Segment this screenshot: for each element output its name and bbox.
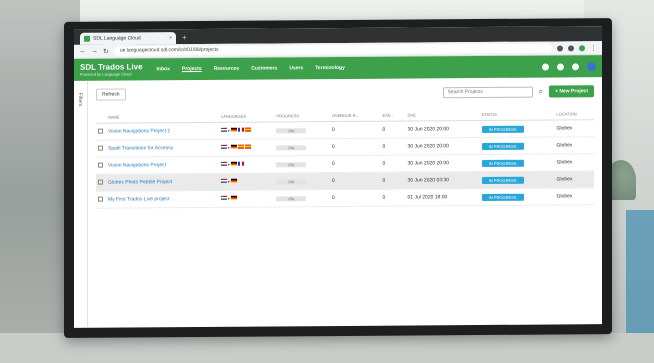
col-languages[interactable]: LANGUAGES [218, 110, 275, 123]
table-row[interactable]: My First Trados Live project ▸ 0% 0 0 01… [96, 187, 594, 209]
overdue-count: 0 [329, 189, 381, 207]
progress-bar: 0% [276, 161, 307, 167]
due-date: 30 Jun 2020 20:00 [405, 137, 480, 156]
col-status[interactable]: STATUS [479, 108, 555, 121]
exe-count: 0 [380, 172, 406, 190]
col-overdue[interactable]: OVERDUE R... [329, 109, 381, 122]
projects-table: NAME LANGUAGES PROGRESS OVERDUE R... EXE… [96, 108, 594, 209]
filters-label: Filters [77, 92, 83, 107]
project-name[interactable]: Spatil Translation for Accessy [106, 139, 219, 158]
progress-bar: 0% [276, 195, 307, 201]
language-flags: ▸ [220, 195, 237, 201]
menu-users[interactable]: Users [289, 65, 303, 71]
status-badge: IN PROGRESS [481, 176, 524, 184]
overdue-count: 0 [329, 121, 381, 139]
overdue-count: 0 [329, 172, 381, 190]
user-avatar[interactable] [587, 61, 596, 71]
new-project-button[interactable]: + New Project [549, 85, 594, 98]
row-checkbox[interactable] [98, 196, 103, 202]
due-date: 30 Jun 2020 20:00 [405, 120, 480, 139]
location: Globex [554, 187, 594, 205]
sdl-favicon-icon [84, 35, 90, 42]
back-icon[interactable]: ← [79, 48, 86, 55]
col-name[interactable]: NAME [106, 110, 219, 124]
project-name[interactable]: Vision Navigations Project [106, 156, 219, 175]
row-checkbox[interactable] [98, 179, 103, 185]
project-name[interactable]: Globex Photo Pebble Project [106, 173, 219, 192]
project-name[interactable]: Vision Navigations Project 2 [106, 122, 219, 141]
col-exe[interactable]: EXE... [380, 109, 406, 122]
refresh-button[interactable]: Refresh [96, 88, 126, 101]
language-flags: ▸ [220, 144, 251, 150]
extension-icon[interactable] [557, 44, 563, 51]
col-due[interactable]: DUE [405, 109, 480, 122]
exe-count: 0 [380, 138, 406, 156]
settings-icon[interactable] [557, 62, 564, 70]
header-icons [542, 61, 596, 71]
extension-icon-2[interactable] [568, 44, 574, 51]
new-tab-icon[interactable]: + [182, 32, 187, 44]
filters-panel[interactable]: Filters [74, 80, 88, 328]
forward-icon[interactable]: → [91, 48, 98, 55]
due-date: 01 Jul 2020 18:00 [405, 188, 480, 207]
profile-icon[interactable] [579, 44, 585, 51]
status-badge: IN PROGRESS [481, 159, 524, 167]
status-badge: IN PROGRESS [481, 125, 524, 133]
monitor: SDL Language Cloud × + ← → ↻ ue.language… [64, 18, 612, 338]
progress-bar: 0% [276, 178, 307, 184]
progress-bar: 0% [276, 127, 307, 133]
status-badge: IN PROGRESS [481, 142, 524, 150]
browser-tab[interactable]: SDL Language Cloud × [80, 32, 176, 45]
search-icon[interactable]: ⌕ [539, 87, 543, 97]
exe-count: 0 [380, 189, 406, 207]
menu-resources[interactable]: Resources [214, 66, 240, 72]
location: Globex [554, 119, 594, 137]
menu-inbox[interactable]: Inbox [157, 66, 170, 72]
search-input[interactable] [442, 86, 533, 98]
exe-count: 0 [380, 121, 406, 139]
location: Globex [554, 153, 594, 171]
location: Globex [554, 136, 594, 154]
status-badge: IN PROGRESS [481, 193, 524, 201]
progress-bar: 0% [276, 144, 307, 150]
menu-terminology[interactable]: Terminology [315, 65, 345, 71]
browser-menu-icon[interactable]: ⋮ [590, 44, 597, 52]
tab-title: SDL Language Cloud [93, 35, 141, 42]
projects-main: Refresh ⌕ + New Project NAME LANGUAGES P… [88, 77, 602, 328]
due-date: 30 Jun 2020 20:00 [405, 154, 480, 173]
logo-subtitle: Powered by Language Cloud [80, 71, 132, 77]
location: Globex [554, 170, 594, 188]
tab-close-icon[interactable]: × [169, 35, 172, 41]
language-flags: ▸ [220, 127, 251, 133]
help-icon[interactable] [542, 63, 549, 71]
notifications-icon[interactable] [572, 62, 579, 70]
reload-icon[interactable]: ↻ [103, 47, 109, 55]
menu-customers[interactable]: Customers [251, 65, 277, 71]
project-name[interactable]: My First Trados Live project [106, 190, 219, 209]
screen: SDL Language Cloud × + ← → ↻ ue.language… [74, 26, 602, 328]
logo-text: SDL Trados Live [80, 62, 143, 72]
language-flags: ▸ [220, 178, 237, 184]
app-logo[interactable]: SDL Trados Live Powered by Language Clou… [80, 62, 143, 76]
row-checkbox[interactable] [98, 128, 103, 134]
overdue-count: 0 [329, 138, 381, 156]
overdue-count: 0 [329, 155, 381, 173]
projects-toolbar: Refresh ⌕ + New Project [96, 83, 594, 102]
col-location[interactable]: LOCATION [554, 108, 594, 120]
language-flags: ▸ [220, 161, 244, 167]
content-area: Filters Refresh ⌕ + New Project NAME LA [74, 77, 602, 328]
col-progress[interactable]: PROGRESS [274, 110, 330, 122]
main-menu: Inbox Projects Resources Customers Users… [157, 64, 542, 72]
due-date: 30 Jun 2020 03:30 [405, 171, 480, 190]
url-field[interactable]: ue.languagecloud.sdl.com/lc/t/01/90/proj… [113, 43, 552, 56]
row-checkbox[interactable] [98, 145, 103, 151]
exe-count: 0 [380, 155, 406, 173]
background-chair [626, 210, 654, 350]
row-checkbox[interactable] [98, 162, 103, 168]
menu-projects[interactable]: Projects [182, 66, 202, 72]
